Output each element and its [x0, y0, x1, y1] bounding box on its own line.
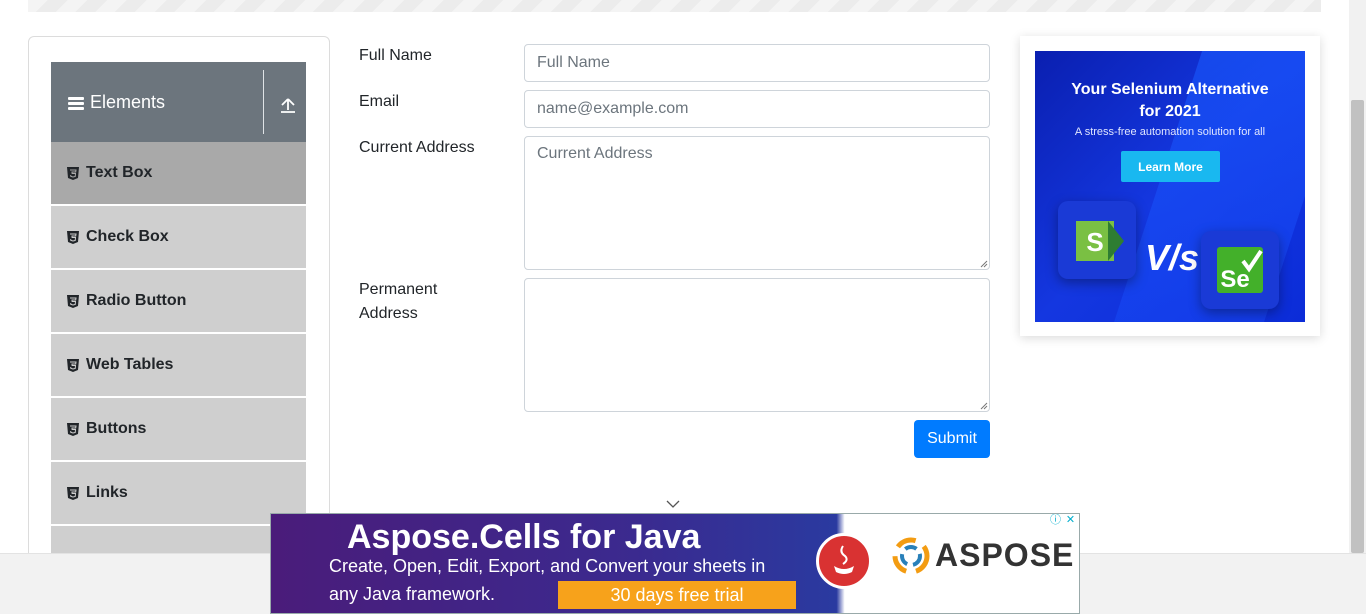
- current-address-label: Current Address: [359, 139, 475, 156]
- menu-item-buttons[interactable]: Buttons: [51, 398, 306, 460]
- top-banner: [28, 0, 1321, 12]
- menu-item-label: Buttons: [86, 420, 147, 437]
- menu-item-label: Text Box: [86, 164, 153, 181]
- page-scrollbar[interactable]: [1349, 0, 1366, 553]
- collapse-icon[interactable]: [279, 96, 297, 114]
- html5-icon: [67, 358, 79, 372]
- email-input[interactable]: [524, 90, 990, 128]
- full-name-input[interactable]: [524, 44, 990, 82]
- permanent-address-label-line1: Permanent: [359, 281, 438, 298]
- selenium-logo-icon: Se: [1217, 247, 1263, 293]
- current-address-textarea[interactable]: [524, 136, 990, 270]
- menu-item-label: Web Tables: [86, 356, 174, 373]
- html5-icon: [67, 166, 79, 180]
- permanent-address-label: Permanent Address: [359, 278, 437, 326]
- elements-menu-list: Text Box Check Box Radio Button Web Tabl…: [51, 142, 306, 577]
- menu-icon: [68, 97, 84, 110]
- submit-button[interactable]: Submit: [914, 420, 990, 458]
- menu-item-label: Check Box: [86, 228, 169, 245]
- resize-grip-icon[interactable]: [980, 260, 988, 268]
- versus-text: V/s: [1145, 237, 1200, 278]
- scrollbar-thumb[interactable]: [1351, 100, 1364, 553]
- full-name-label: Full Name: [359, 47, 432, 64]
- chevron-down-icon[interactable]: [666, 500, 680, 509]
- resize-grip-icon[interactable]: [980, 402, 988, 410]
- bottom-ad-line1: Create, Open, Edit, Export, and Convert …: [329, 556, 766, 576]
- menu-item-label: Radio Button: [86, 292, 187, 309]
- ad-headline: Your Selenium Alternative for 2021: [1035, 79, 1305, 123]
- html5-icon: [67, 486, 79, 500]
- elements-group-header[interactable]: Elements: [51, 62, 306, 142]
- ad-creative[interactable]: Your Selenium Alternative for 2021 A str…: [1035, 51, 1305, 322]
- katalon-logo-icon: S: [1076, 221, 1124, 261]
- menu-item-links[interactable]: Links: [51, 462, 306, 524]
- free-trial-button[interactable]: 30 days free trial: [558, 581, 796, 609]
- bottom-ad-title: Aspose.Cells for Java: [347, 518, 701, 556]
- bottom-ad-banner[interactable]: Aspose.Cells for Java Create, Open, Edit…: [270, 513, 1080, 614]
- header-divider: [263, 70, 264, 134]
- learn-more-button[interactable]: Learn More: [1121, 151, 1220, 182]
- permanent-address-label-line2: Address: [359, 305, 418, 322]
- katalon-logo: S: [1058, 201, 1136, 279]
- html5-icon: [67, 422, 79, 436]
- ad-subtext: A stress-free automation solution for al…: [1074, 126, 1266, 138]
- close-icon[interactable]: ✕: [1064, 514, 1077, 527]
- ad-choices[interactable]: ⓘ ✕: [1049, 514, 1077, 527]
- sidebar-ad[interactable]: Your Selenium Alternative for 2021 A str…: [1020, 36, 1320, 336]
- ad-info-icon[interactable]: ⓘ: [1049, 514, 1062, 527]
- ad-headline-line2: for 2021: [1139, 103, 1201, 120]
- menu-item-radio-button[interactable]: Radio Button: [51, 270, 306, 332]
- aspose-logo-icon: [892, 537, 930, 575]
- menu-item-text-box[interactable]: Text Box: [51, 142, 306, 204]
- group-title: Elements: [90, 92, 166, 112]
- menu-item-label: Links: [86, 484, 128, 501]
- svg-text:S: S: [1086, 227, 1103, 257]
- email-label: Email: [359, 93, 400, 110]
- html5-icon: [67, 294, 79, 308]
- ad-headline-line1: Your Selenium Alternative: [1071, 81, 1269, 98]
- menu-item-web-tables[interactable]: Web Tables: [51, 334, 306, 396]
- aspose-brand: ASPOSE: [935, 537, 1075, 573]
- java-cup-icon: [834, 545, 854, 574]
- java-icon: [816, 533, 872, 589]
- selenium-logo: Se: [1201, 231, 1279, 309]
- menu-item-check-box[interactable]: Check Box: [51, 206, 306, 268]
- left-sidebar: Elements Text Box Check Box Radio Button…: [28, 36, 330, 578]
- svg-text:Se: Se: [1220, 266, 1249, 293]
- html5-icon: [67, 230, 79, 244]
- bottom-ad-line2: any Java framework.: [329, 584, 496, 604]
- permanent-address-textarea[interactable]: [524, 278, 990, 412]
